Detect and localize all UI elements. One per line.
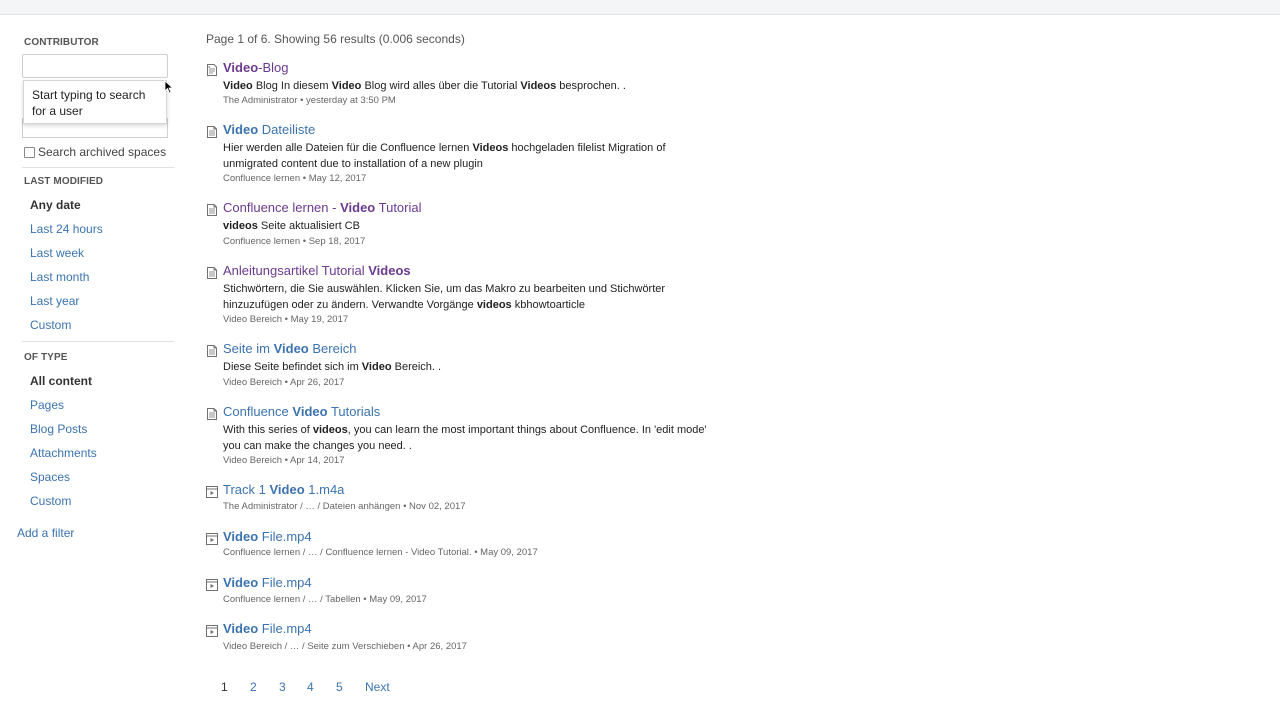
result-meta: The Administrator • yesterday at 3:50 PM [223,95,396,106]
search-result: Video File.mp4 Video Bereich / … / Seite … [206,621,766,681]
divider [22,341,174,342]
result-title-link[interactable]: Video File.mp4 [223,529,312,544]
search-result: Seite im Video Bereich Diese Seite befind… [206,341,766,401]
add-filter-link[interactable]: Add a filter [17,526,74,540]
result-meta: Confluence lernen / … / Confluence lerne… [223,547,538,558]
contributor-tooltip: Start typing to search for a user [23,80,167,124]
result-title-link[interactable]: Anleitungsartikel Tutorial Videos [223,263,411,278]
filter-pages[interactable]: Pages [30,398,64,412]
page-1-link[interactable]: 1 [221,680,228,694]
filter-all-content[interactable]: All content [30,374,92,388]
archived-spaces-label: Search archived spaces [38,145,167,159]
mouse-cursor-icon [164,80,174,94]
page-3-link[interactable]: 3 [279,680,286,694]
of-type-heading: OF TYPE [24,352,68,363]
result-excerpt: Hier werden alle Dateien für die Conflue… [223,142,666,170]
page-4-link[interactable]: 4 [307,680,314,694]
filter-attachments[interactable]: Attachments [30,446,97,460]
filter-last-month[interactable]: Last month [30,270,89,284]
next-page-link[interactable]: Next [365,680,390,694]
filter-custom[interactable]: Custom [30,494,71,508]
result-title-link[interactable]: Confluence Video Tutorials [223,404,380,419]
page-icon [206,203,218,216]
search-result: Anleitungsartikel Tutorial Videos Stichwö… [206,263,766,325]
result-meta: The Administrator / … / Dateien anhängen… [223,501,466,512]
result-title-link[interactable]: Confluence lernen - Video Tutorial [223,200,422,215]
result-excerpt: Diese Seite befindet sich im Video Berei… [223,361,442,373]
page-icon [206,344,218,357]
result-meta: Video Bereich • Apr 14, 2017 [223,455,345,466]
result-meta: Confluence lernen • Sep 18, 2017 [223,236,366,247]
page-icon [206,266,218,279]
last-modified-heading: LAST MODIFIED [24,176,104,187]
video-file-icon [206,624,218,637]
result-title-link[interactable]: Track 1 Video 1.m4a [223,482,344,497]
result-meta: Confluence lernen • May 12, 2017 [223,173,367,184]
result-meta: Video Bereich • May 19, 2017 [223,314,349,325]
result-title-link[interactable]: Video Dateiliste [223,122,315,137]
archived-spaces-checkbox[interactable] [24,146,35,158]
archived-spaces-option[interactable]: Search archived spaces [24,145,166,159]
video-file-icon [206,485,218,498]
filter-sidebar: CONTRIBUTOR Start typing to search for a… [0,0,190,720]
result-title-link[interactable]: Seite im Video Bereich [223,341,356,356]
result-meta: Video Bereich • Apr 26, 2017 [223,377,345,388]
search-result: Confluence Video Tutorials With this seri… [206,404,766,466]
result-meta: Video Bereich / … / Seite zum Verschiebe… [223,641,467,652]
results-summary: Page 1 of 6. Showing 56 results (0.006 s… [206,32,465,46]
page-icon [206,407,218,420]
result-excerpt: With this series of videos, you can lear… [223,424,707,452]
blog-icon [206,63,218,76]
divider [22,167,174,168]
filter-last-week[interactable]: Last week [30,246,84,260]
top-bar [0,0,1280,15]
contributor-input[interactable] [22,54,168,78]
search-result: Confluence lernen - Video Tutorial videos… [206,200,766,260]
result-meta: Confluence lernen / … / Tabellen • May 0… [223,594,427,605]
result-excerpt: Video Blog In diesem Video Blog wird all… [223,80,626,92]
result-excerpt: Stichwörtern, die Sie auswählen. Klicken… [223,283,666,311]
result-title-link[interactable]: Video File.mp4 [223,621,312,636]
video-file-icon [206,532,218,545]
result-title-link[interactable]: Video-Blog [223,60,289,75]
filter-blog-posts[interactable]: Blog Posts [30,422,87,436]
result-title-link[interactable]: Video File.mp4 [223,575,312,590]
filter-last-24-hours[interactable]: Last 24 hours [30,222,103,236]
filter-custom[interactable]: Custom [30,318,71,332]
filter-last-year[interactable]: Last year [30,294,79,308]
filter-any-date[interactable]: Any date [30,198,81,212]
page-5-link[interactable]: 5 [336,680,343,694]
filter-spaces[interactable]: Spaces [30,470,70,484]
contributor-heading: CONTRIBUTOR [24,37,99,48]
video-file-icon [206,578,218,591]
page-2-link[interactable]: 2 [250,680,257,694]
search-result: Video Dateiliste Hier werden alle Dateien… [206,122,766,184]
search-result: Video-Blog Video Blog In diesem Video Blo… [206,60,766,120]
page-icon [206,125,218,138]
result-excerpt: videos Seite aktualisiert CB [223,220,360,232]
